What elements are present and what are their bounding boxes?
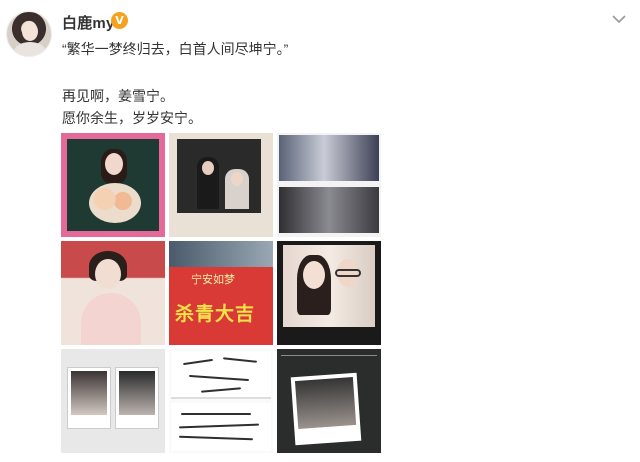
photo-face-right bbox=[231, 172, 243, 186]
handwriting-stroke bbox=[189, 374, 249, 382]
photo-thumbnail-8[interactable] bbox=[169, 349, 273, 453]
photo-group-top bbox=[279, 135, 379, 181]
polaroid-right bbox=[115, 367, 159, 429]
handwriting-stroke bbox=[178, 435, 254, 441]
photo-thumbnail-9[interactable] bbox=[277, 349, 381, 453]
photo-bouquet bbox=[67, 139, 159, 231]
handwriting-stroke bbox=[183, 358, 213, 366]
post-text-line-2: 再见啊，姜雪宁。 bbox=[62, 88, 174, 104]
camera-ui-bar bbox=[281, 355, 377, 363]
photo-robe bbox=[81, 293, 141, 345]
photo-thumbnail-6[interactable] bbox=[277, 241, 381, 345]
glasses-icon bbox=[335, 269, 361, 277]
verified-badge-icon: V bbox=[111, 12, 128, 29]
photo-thumbnail-3[interactable] bbox=[277, 133, 381, 237]
photo-thumbnail-4[interactable] bbox=[61, 241, 165, 345]
polaroid-photo bbox=[119, 371, 155, 415]
photo-background bbox=[169, 241, 273, 267]
photo-polaroid-couple bbox=[177, 139, 261, 213]
handwriting-stroke bbox=[222, 357, 258, 363]
handwriting-stroke bbox=[178, 423, 260, 429]
handwriting-stroke bbox=[181, 413, 251, 415]
screen-photo bbox=[294, 377, 357, 429]
photo-thumbnail-2[interactable] bbox=[169, 133, 273, 237]
banner-title: 宁安如梦 bbox=[191, 273, 235, 286]
photo-face-left bbox=[303, 261, 325, 289]
weibo-post-card: 白鹿my V “繁华一梦终归去，白首人间尽坤宁。” 再见啊，姜雪宁。 愿你余生，… bbox=[0, 0, 640, 462]
photo-thumbnail-5[interactable]: 宁安如梦 杀青大吉 bbox=[169, 241, 273, 345]
handwriting-stroke bbox=[200, 387, 242, 393]
post-text-line-3: 愿你余生，岁岁安宁。 bbox=[62, 110, 202, 126]
photo-flowers bbox=[89, 183, 141, 223]
polaroid-left bbox=[67, 367, 111, 429]
post-text-line-1: “繁华一梦终归去，白首人间尽坤宁。” bbox=[62, 41, 289, 57]
photo-face-left bbox=[202, 161, 214, 175]
avatar[interactable] bbox=[6, 11, 52, 57]
photo-thumbnail-7[interactable] bbox=[61, 349, 165, 453]
handwritten-note-bottom bbox=[171, 403, 271, 451]
photo-on-screen bbox=[290, 372, 362, 446]
username[interactable]: 白鹿my bbox=[62, 12, 114, 33]
chevron-down-icon[interactable] bbox=[612, 14, 626, 24]
polaroid-photo bbox=[71, 371, 107, 415]
photo-figure-face bbox=[105, 153, 123, 175]
photo-group-bottom bbox=[279, 187, 379, 233]
handwritten-note-top bbox=[171, 351, 271, 399]
avatar-body bbox=[14, 42, 46, 56]
photo-heart-gesture bbox=[283, 245, 375, 327]
photo-figure-face bbox=[95, 259, 121, 289]
image-grid: 宁安如梦 杀青大吉 bbox=[61, 133, 382, 454]
photo-thumbnail-1[interactable] bbox=[61, 133, 165, 237]
banner-main-text: 杀青大吉 bbox=[175, 303, 256, 325]
avatar-face bbox=[22, 22, 38, 41]
